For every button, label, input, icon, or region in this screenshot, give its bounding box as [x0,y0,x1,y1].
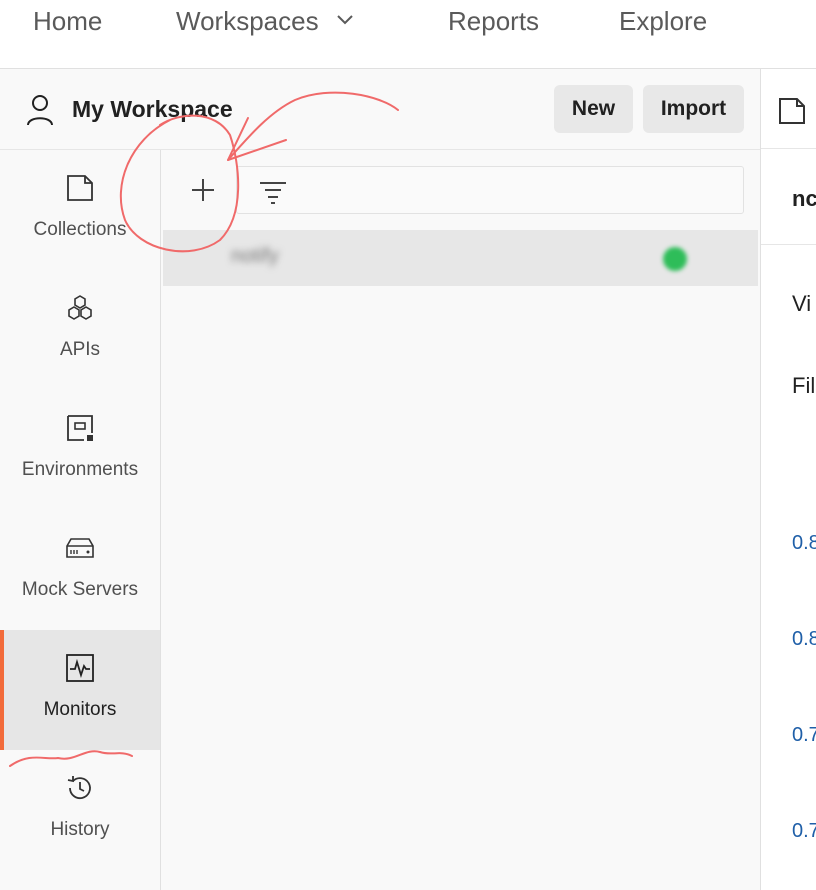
chevron-down-icon [337,15,353,25]
value-link[interactable]: 0.7 [792,820,816,843]
sidebar: Collections APIs Environments Mock Serve… [0,150,161,890]
user-icon [27,95,53,126]
collection-icon [67,175,93,201]
collection-icon[interactable] [778,97,806,125]
detail-line: Fil [792,373,816,398]
sidebar-item-collections[interactable]: Collections [0,150,160,270]
monitor-list-panel: notify [161,150,760,890]
sidebar-item-history[interactable]: History [0,750,160,870]
sidebar-item-label: Monitors [43,699,117,720]
sidebar-item-monitors[interactable]: Monitors [0,630,160,750]
value-link[interactable]: 0.8 [792,532,816,555]
sidebar-item-mock-servers[interactable]: Mock Servers [0,510,160,630]
divider [761,148,816,149]
sidebar-item-apis[interactable]: APIs [0,270,160,390]
history-icon [67,776,91,800]
filter-button[interactable] [255,174,291,210]
search-filter-box[interactable] [236,166,744,214]
sidebar-item-label: Environments [21,459,139,480]
sidebar-item-label: History [50,819,110,840]
workspace-title[interactable]: My Workspace [72,96,233,123]
sidebar-item-label: Collections [33,219,127,240]
sidebar-item-label: Mock Servers [21,579,139,600]
new-button[interactable]: New [554,85,633,133]
value-link[interactable]: 0.7 [792,724,816,747]
nav-workspaces[interactable]: Workspaces [176,6,354,37]
plus-icon [192,179,214,201]
list-item[interactable]: notify [163,230,758,286]
apis-icon [68,295,92,320]
add-monitor-button[interactable] [185,172,221,208]
top-nav: Home Workspaces Reports Explore [0,0,816,69]
detail-line: Vi [792,291,812,316]
nav-explore[interactable]: Explore [619,6,707,37]
sidebar-item-label: APIs [59,339,101,360]
right-panel: nc Vi Fil 0.8 0.8 0.7 0.7 [760,69,816,890]
monitor-icon [66,654,94,682]
import-button[interactable]: Import [643,85,744,133]
value-link[interactable]: 0.8 [792,628,816,651]
nav-home[interactable]: Home [33,6,102,37]
server-icon [66,538,94,558]
filter-icon [260,182,286,204]
nav-workspaces-label: Workspaces [176,6,319,36]
monitor-name: notify [231,245,279,267]
divider [761,244,816,245]
detail-heading: nc [792,186,816,211]
environment-icon [67,415,93,441]
nav-reports[interactable]: Reports [448,6,539,37]
status-indicator [663,247,687,271]
sidebar-item-environments[interactable]: Environments [0,390,160,510]
